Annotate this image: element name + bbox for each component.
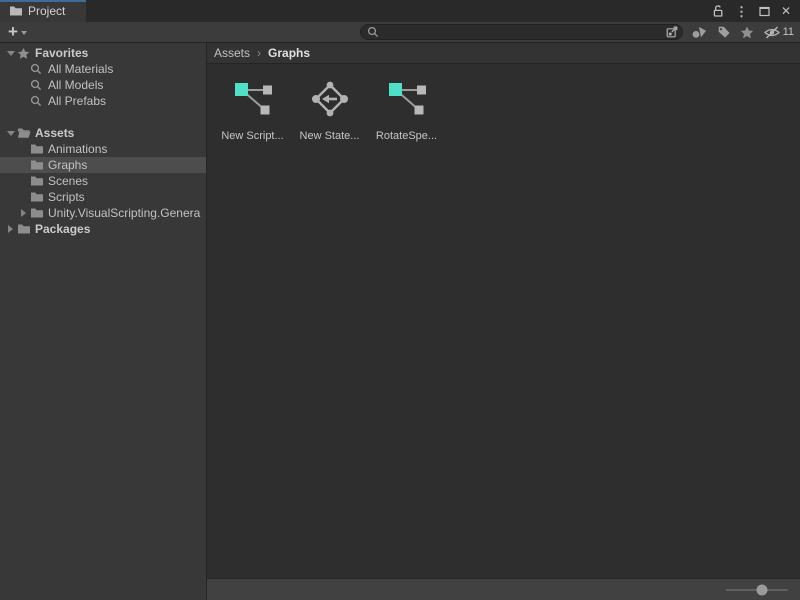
asset-label: RotateSpe... <box>376 130 437 142</box>
breadcrumb-separator: › <box>257 46 261 60</box>
sidebar-item-packages[interactable]: Packages <box>0 221 206 237</box>
folder-icon <box>9 5 23 17</box>
script-graph-icon <box>231 78 275 122</box>
folder-icon <box>30 175 46 187</box>
search-by-label-icon[interactable] <box>717 25 731 39</box>
sidebar-item-unity-visualscripting-generated[interactable]: Unity.VisualScripting.Genera <box>0 205 206 221</box>
breadcrumb-segment-graphs[interactable]: Graphs <box>268 46 310 60</box>
state-graph-icon <box>308 78 352 122</box>
chevron-right-icon[interactable] <box>17 209 30 217</box>
sidebar-item-animations[interactable]: Animations <box>0 141 206 157</box>
status-bar <box>207 578 800 600</box>
asset-label: New Script... <box>221 130 283 142</box>
active-tab-indicator <box>0 0 86 2</box>
search-by-type-icon[interactable] <box>691 25 708 39</box>
sidebar-item-all-prefabs[interactable]: All Prefabs <box>0 93 206 109</box>
open-search-window-icon[interactable] <box>665 25 679 39</box>
toolbar-filter-icons: 11 <box>691 25 794 39</box>
unlock-icon[interactable] <box>712 5 724 18</box>
script-graph-icon <box>385 78 429 122</box>
hidden-items-toggle[interactable]: 11 <box>763 26 794 39</box>
sidebar-item-favorites[interactable]: Favorites <box>0 45 206 61</box>
thumbnail-size-slider[interactable] <box>726 589 788 591</box>
asset-item-rotatespeed[interactable]: RotateSpe... <box>368 78 445 142</box>
folder-icon <box>30 159 46 171</box>
asset-label: New State... <box>300 130 360 142</box>
project-window: Project ⋮ ✕ + <box>0 0 800 600</box>
asset-browser-panel: Assets › Graphs New Script <box>207 43 800 600</box>
chevron-right-icon[interactable] <box>4 225 17 233</box>
sidebar-item-assets[interactable]: Assets <box>0 125 206 141</box>
tab-project[interactable]: Project <box>0 0 86 22</box>
folder-icon <box>30 191 46 203</box>
tab-bar: Project ⋮ ✕ <box>0 0 800 22</box>
star-icon <box>17 47 33 60</box>
titlebar-icons: ⋮ ✕ <box>712 0 800 22</box>
chevron-down-icon[interactable] <box>4 47 17 60</box>
folder-icon <box>30 207 46 219</box>
slider-thumb[interactable] <box>756 584 767 595</box>
search-input[interactable] <box>379 26 665 39</box>
breadcrumb: Assets › Graphs <box>207 43 800 64</box>
sidebar-item-scenes[interactable]: Scenes <box>0 173 206 189</box>
asset-item-new-state[interactable]: New State... <box>291 78 368 142</box>
eye-slash-icon <box>763 26 781 39</box>
search-icon <box>30 63 46 75</box>
folder-icon <box>30 143 46 155</box>
search-icon <box>30 95 46 107</box>
search-icon <box>367 26 379 38</box>
chevron-down-icon <box>21 31 27 38</box>
menu-icon[interactable]: ⋮ <box>735 5 748 18</box>
tree-section-gap <box>0 109 206 125</box>
add-button[interactable]: + <box>6 25 29 39</box>
chevron-down-icon[interactable] <box>4 127 17 140</box>
asset-item-new-script[interactable]: New Script... <box>214 78 291 142</box>
toolbar: + <box>0 22 800 43</box>
sidebar-item-all-models[interactable]: All Models <box>0 77 206 93</box>
favorites-star-icon[interactable] <box>740 26 754 39</box>
search-icon <box>30 79 46 91</box>
add-icon: + <box>8 25 18 39</box>
folder-icon <box>17 223 33 235</box>
sidebar-item-graphs[interactable]: Graphs <box>0 157 206 173</box>
maximize-icon[interactable] <box>759 6 770 17</box>
asset-grid: New Script... New <box>207 64 800 578</box>
breadcrumb-segment-assets[interactable]: Assets <box>214 46 250 60</box>
sidebar-item-all-materials[interactable]: All Materials <box>0 61 206 77</box>
folder-open-icon <box>17 127 33 139</box>
close-icon[interactable]: ✕ <box>781 5 791 17</box>
hidden-count: 11 <box>783 26 794 38</box>
project-tree-sidebar: Favorites All Materials All Models <box>0 43 207 600</box>
search-bar[interactable] <box>360 24 683 40</box>
tab-title: Project <box>28 4 65 18</box>
sidebar-item-scripts[interactable]: Scripts <box>0 189 206 205</box>
